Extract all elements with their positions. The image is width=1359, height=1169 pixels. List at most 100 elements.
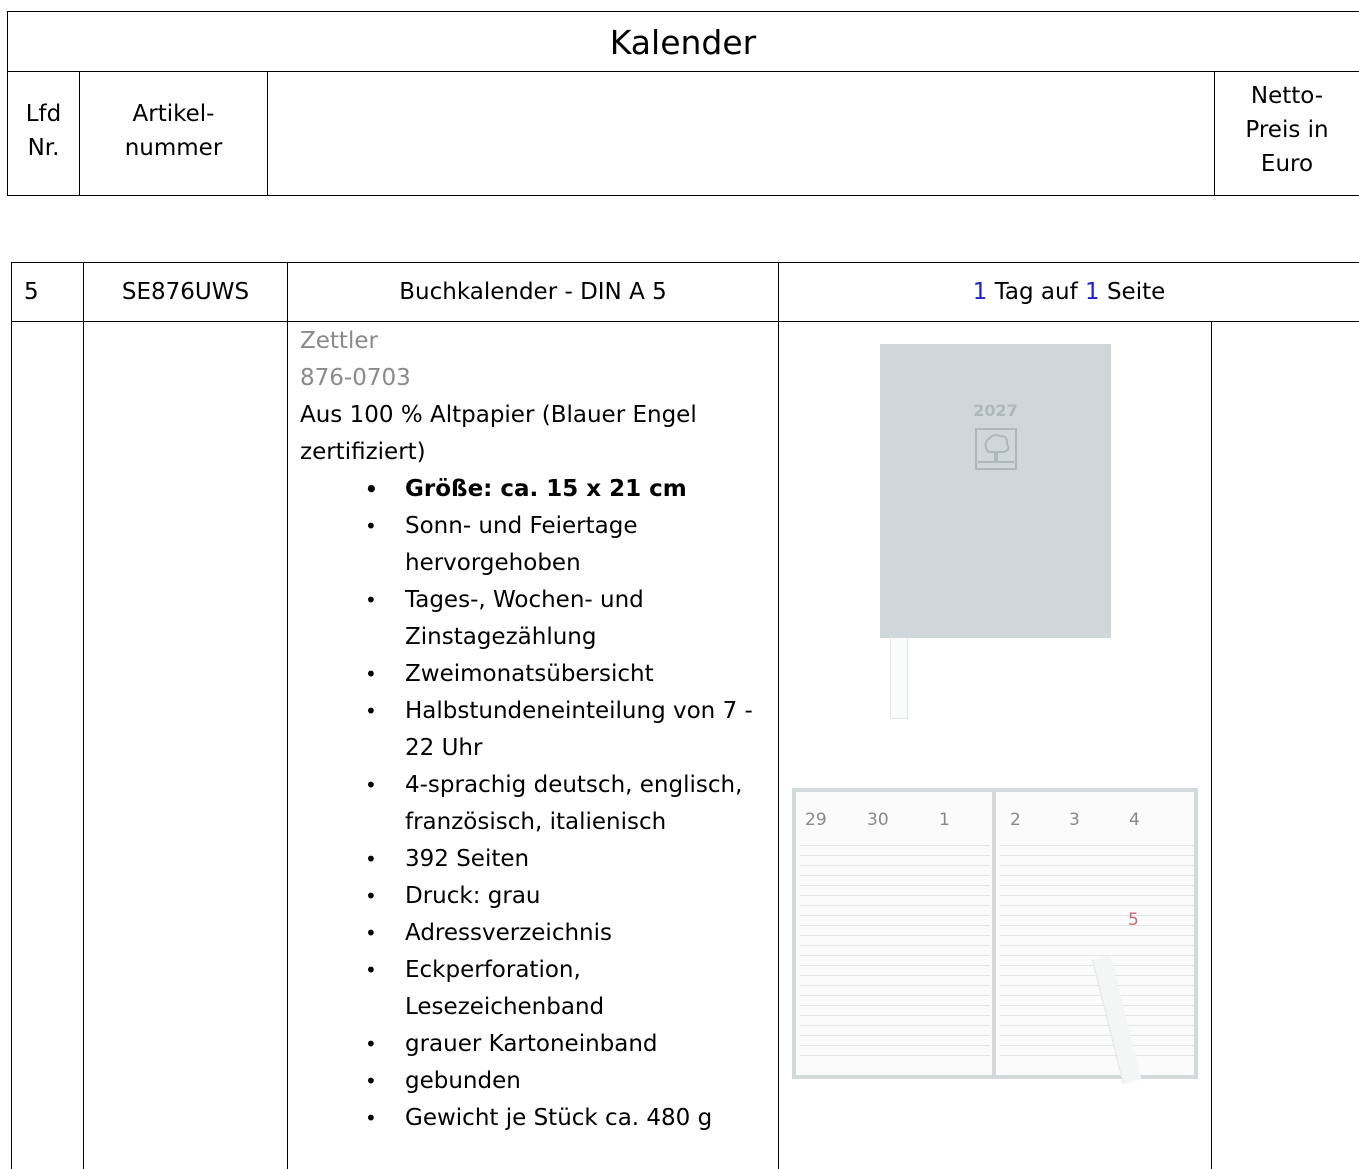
- product-divider-1: [83, 262, 84, 1169]
- spread-ruled-line: [1000, 925, 1194, 926]
- spread-ruled-line: [800, 925, 990, 926]
- spread-ruled-line: [800, 1035, 990, 1036]
- product-model: 876-0703: [300, 365, 411, 391]
- feature-item: Druck: grau: [300, 878, 770, 915]
- spread-ruled-line: [1000, 1015, 1194, 1016]
- spread-ruled-line: [800, 1025, 990, 1026]
- header-divider-2: [267, 71, 268, 196]
- spread-ruled-line: [1000, 845, 1194, 846]
- feature-item: Eckperforation, Lesezeichenband: [300, 952, 655, 1026]
- spread-ruled-line: [1000, 995, 1194, 996]
- feature-list: Größe: ca. 15 x 21 cm Sonn- und Feiertag…: [300, 471, 770, 1137]
- feature-item: grauer Kartoneinband: [300, 1026, 770, 1063]
- format-text-2: Seite: [1099, 278, 1166, 305]
- spread-ruled-line: [800, 1055, 990, 1056]
- spread-ruled-line: [1000, 895, 1194, 896]
- spread-day-label: 2: [1010, 810, 1021, 830]
- spread-day-label: 4: [1129, 810, 1140, 830]
- spread-ruled-line: [1000, 855, 1194, 856]
- spread-ruled-line: [1000, 905, 1194, 906]
- spread-ruled-line: [800, 935, 990, 936]
- product-format: 1 Tag auf 1 Seite: [779, 262, 1359, 321]
- spread-ruled-line: [800, 865, 990, 866]
- column-header-artikelnummer: Artikel- nummer: [80, 97, 267, 165]
- spread-ruled-line: [1000, 875, 1194, 876]
- column-header-preis-line-2: Preis in: [1245, 117, 1329, 143]
- calendar-cover-image: 2027: [880, 344, 1111, 638]
- spread-ruled-line: [800, 965, 990, 966]
- spread-ruled-line: [1000, 1025, 1194, 1026]
- spread-ruled-line: [800, 895, 990, 896]
- spread-day-label: 1: [939, 810, 950, 830]
- spread-ruled-line: [1000, 915, 1194, 916]
- spread-ruled-line: [800, 915, 990, 916]
- cover-year: 2027: [973, 401, 1018, 420]
- spread-ruled-line: [1000, 985, 1194, 986]
- product-divider-2: [287, 262, 288, 1169]
- spread-ruled-line: [800, 955, 990, 956]
- spread-ruled-line: [800, 1015, 990, 1016]
- format-number-1: 1: [972, 278, 988, 305]
- product-divider-3: [778, 262, 779, 1169]
- spread-day-label: 3: [1069, 810, 1080, 830]
- page-title: Kalender: [609, 22, 757, 62]
- column-header-artikel-line-2: nummer: [124, 135, 223, 161]
- product-divider-4: [1211, 321, 1212, 1169]
- product-border-mid: [11, 321, 1359, 322]
- feature-item: 4-sprachig deutsch, englisch, französisc…: [300, 767, 755, 841]
- column-header-lfd: Lfd Nr.: [8, 97, 79, 165]
- feature-item: Halbstundeneinteilung von 7 - 22 Uhr: [300, 693, 755, 767]
- product-border-left: [11, 262, 12, 1169]
- spread-ruled-line: [800, 975, 990, 976]
- spread-ruled-line: [1000, 1045, 1194, 1046]
- spread-ruled-line: [800, 855, 990, 856]
- spread-ruled-line: [800, 985, 990, 986]
- product-description: Zettler 876-0703 Aus 100 % Altpapier (Bl…: [300, 323, 770, 1137]
- blue-angel-tree-icon: [975, 428, 1017, 470]
- product-material: Aus 100 % Altpapier (Blauer Engel zertif…: [300, 402, 697, 465]
- format-number-2: 1: [1085, 278, 1100, 305]
- bookmark-ribbon: [890, 638, 908, 719]
- spread-ruled-line: [800, 1005, 990, 1006]
- column-header-lfd-line-2: Nr.: [27, 135, 60, 161]
- spread-ruled-line: [1000, 955, 1194, 956]
- spread-ruled-line: [800, 995, 990, 996]
- feature-item: Adressverzeichnis: [300, 915, 770, 952]
- spread-ruled-line: [800, 875, 990, 876]
- spread-left-page: [796, 792, 992, 1075]
- product-brand: Zettler: [300, 328, 378, 354]
- spread-ruled-line: [1000, 945, 1194, 946]
- spread-ruled-line: [800, 1045, 990, 1046]
- spread-day-label-sunday: 5: [1128, 910, 1139, 930]
- product-name: Buchkalender - DIN A 5: [399, 278, 667, 305]
- column-header-preis: Netto- Preis in Euro: [1215, 79, 1359, 181]
- feature-item: Tages-, Wochen- und Zinstagezählung: [300, 582, 675, 656]
- feature-item: Zweimonatsübersicht: [300, 656, 770, 693]
- column-header-artikel-line-1: Artikel-: [132, 101, 215, 127]
- column-header-preis-line-3: Euro: [1260, 151, 1314, 177]
- spread-ruled-line: [1000, 1055, 1194, 1056]
- feature-item: Sonn- und Feiertage hervorgehoben: [300, 508, 675, 582]
- spread-ruled-line: [1000, 935, 1194, 936]
- spread-day-label: 30: [867, 810, 889, 830]
- feature-item: Gewicht je Stück ca. 480 g: [300, 1100, 770, 1137]
- spread-ruled-line: [800, 845, 990, 846]
- product-artikelnummer: SE876UWS: [121, 278, 250, 305]
- column-header-preis-line-1: Netto-: [1250, 83, 1324, 109]
- spread-right-page: [996, 792, 1194, 1075]
- header-border-bottom: [7, 195, 1359, 196]
- feature-item: gebunden: [300, 1063, 770, 1100]
- feature-item: 392 Seiten: [300, 841, 770, 878]
- spread-ruled-line: [800, 905, 990, 906]
- product-lfd: 5: [24, 278, 39, 305]
- feature-item: Größe: ca. 15 x 21 cm: [300, 471, 770, 508]
- spread-day-label: 29: [805, 810, 827, 830]
- spread-ruled-line: [1000, 1005, 1194, 1006]
- spread-ruled-line: [1000, 865, 1194, 866]
- spread-ruled-line: [800, 885, 990, 886]
- format-text-1: Tag auf: [987, 278, 1085, 305]
- column-header-lfd-line-1: Lfd: [25, 101, 62, 127]
- spread-ruled-line: [800, 945, 990, 946]
- spread-ruled-line: [1000, 885, 1194, 886]
- spread-ruled-line: [1000, 1035, 1194, 1036]
